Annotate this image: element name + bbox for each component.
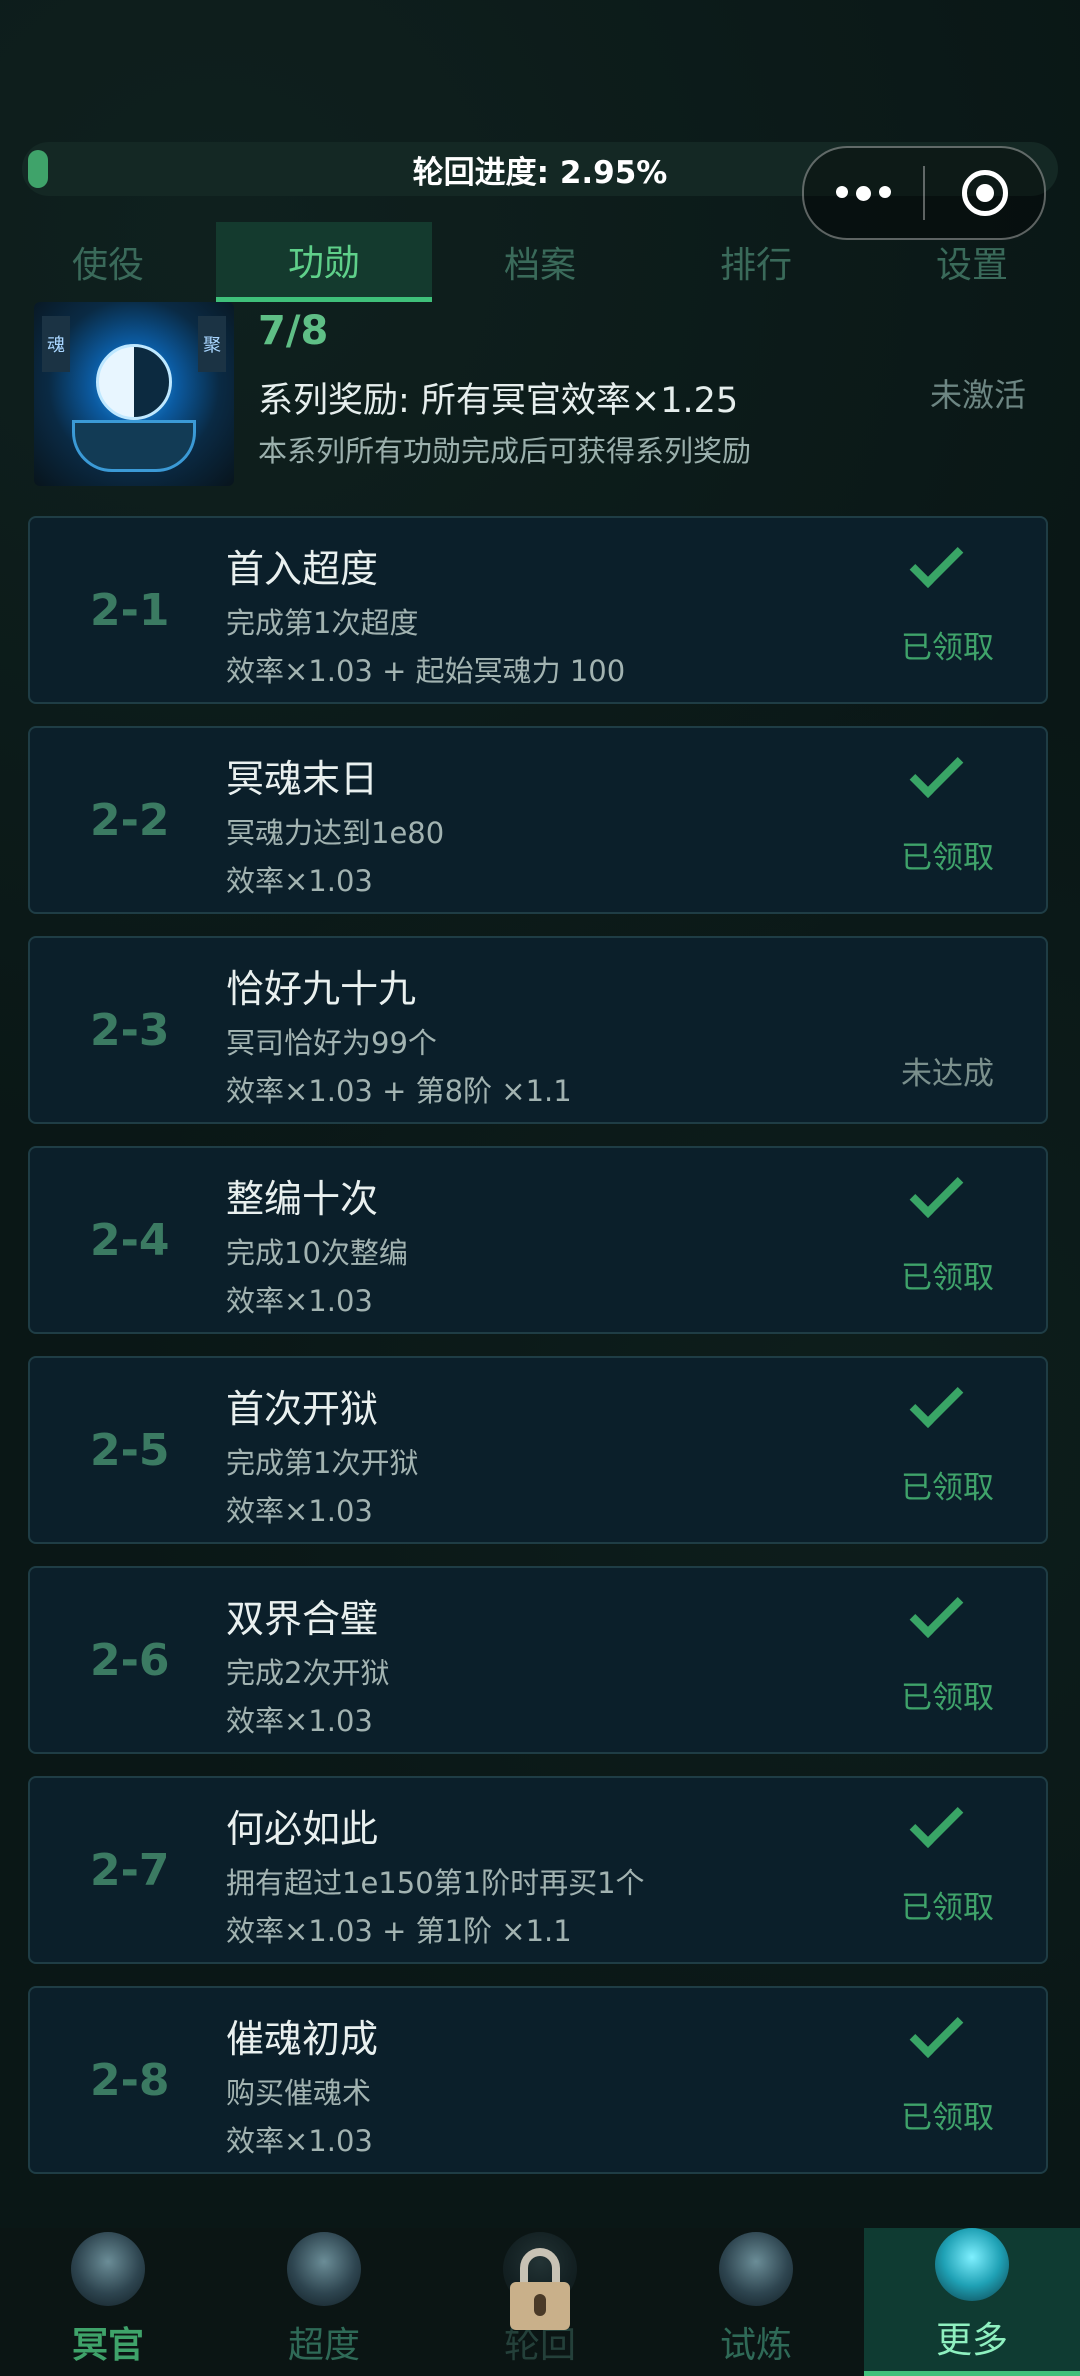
series-emblem-image: 魂 聚 (34, 302, 234, 486)
ghost-officer-icon (71, 2232, 145, 2306)
achievement-name: 催魂初成 (226, 2017, 379, 2061)
achievement-card[interactable]: 2-2 冥魂末日 冥魂力达到1e80 效率×1.03 已领取 (28, 726, 1048, 914)
achievement-status: 已领取 (901, 1890, 994, 1926)
achievement-code: 2-1 (90, 584, 170, 636)
achievement-name: 首入超度 (226, 547, 379, 591)
achievement-reward: 效率×1.03 (226, 1494, 373, 1528)
series-tag-left: 魂 (42, 316, 70, 372)
checkmark-icon (928, 562, 968, 588)
lock-icon (510, 2248, 570, 2330)
achievement-code: 2-5 (90, 1424, 170, 1476)
tab-paihang[interactable]: 排行 (648, 222, 864, 302)
tab-gongxun[interactable]: 功勋 (216, 222, 432, 302)
achievement-code: 2-7 (90, 1844, 170, 1896)
achievement-condition: 冥司恰好为99个 (226, 1026, 437, 1060)
achievement-reward: 效率×1.03 + 第8阶 ×1.1 (226, 1074, 572, 1108)
achievement-code: 2-2 (90, 794, 170, 846)
tab-shezhi[interactable]: 设置 (864, 222, 1080, 302)
series-status: 未激活 (930, 376, 1027, 414)
checkmark-icon (928, 2032, 968, 2058)
checkmark-icon (928, 772, 968, 798)
nav-label: 更多 (935, 2320, 1008, 2361)
achievement-condition: 完成第1次超度 (226, 606, 419, 640)
achievement-condition: 购买催魂术 (226, 2076, 372, 2110)
achievement-name: 首次开狱 (226, 1387, 379, 1431)
tab-shiyi[interactable]: 使役 (0, 222, 216, 302)
achievement-card[interactable]: 2-5 首次开狱 完成第1次开狱 效率×1.03 已领取 (28, 1356, 1048, 1544)
achievement-reward: 效率×1.03 (226, 2124, 373, 2158)
top-tabs: 使役 功勋 档案 排行 设置 (0, 222, 1080, 302)
achievement-status: 已领取 (901, 840, 994, 876)
flame-icon (719, 2232, 793, 2306)
nav-item-chaodu[interactable]: 超度 (216, 2228, 432, 2376)
tab-dangan[interactable]: 档案 (432, 222, 648, 302)
target-icon (961, 170, 1008, 216)
series-description: 本系列所有功勋完成后可获得系列奖励 (258, 434, 752, 468)
checkmark-icon (928, 1402, 968, 1428)
bottom-nav: 冥官 超度 轮回 试炼 更多 (0, 2228, 1080, 2376)
achievement-card[interactable]: 2-7 何必如此 拥有超过1e150第1阶时再买1个 效率×1.03 + 第1阶… (28, 1776, 1048, 1964)
crystal-icon (935, 2228, 1009, 2301)
achievement-code: 2-6 (90, 1634, 170, 1686)
series-tag-right: 聚 (198, 316, 226, 372)
checkmark-icon (928, 1822, 968, 1848)
nav-item-mingguan[interactable]: 冥官 (0, 2228, 216, 2376)
achievement-reward: 效率×1.03 + 第1阶 ×1.1 (226, 1914, 572, 1948)
more-dots-icon (836, 185, 891, 201)
nav-item-lunhui[interactable]: 轮回 (432, 2228, 648, 2376)
achievement-reward: 效率×1.03 (226, 864, 373, 898)
achievement-name: 双界合璧 (226, 1597, 379, 1641)
achievement-condition: 冥魂力达到1e80 (226, 816, 445, 850)
cauldron-icon (72, 420, 196, 472)
achievement-name: 冥魂末日 (226, 757, 379, 801)
achievement-status: 已领取 (901, 630, 994, 666)
achievement-reward: 效率×1.03 (226, 1704, 373, 1738)
achievement-code: 2-8 (90, 2054, 170, 2106)
achievement-card[interactable]: 2-1 首入超度 完成第1次超度 效率×1.03 + 起始冥魂力 100 已领取 (28, 516, 1048, 704)
achievement-name: 恰好九十九 (226, 967, 417, 1011)
achievement-name: 整编十次 (226, 1177, 379, 1221)
achievement-code: 2-4 (90, 1214, 170, 1266)
achievement-condition: 完成第1次开狱 (226, 1446, 419, 1480)
achievement-card[interactable]: 2-8 催魂初成 购买催魂术 效率×1.03 已领取 (28, 1986, 1048, 2174)
nav-item-shilian[interactable]: 试炼 (648, 2228, 864, 2376)
achievement-card[interactable]: 2-6 双界合璧 完成2次开狱 效率×1.03 已领取 (28, 1566, 1048, 1754)
achievement-status: 已领取 (901, 1680, 994, 1716)
achievement-condition: 拥有超过1e150第1阶时再买1个 (226, 1866, 645, 1900)
nav-label: 试炼 (719, 2325, 792, 2366)
checkmark-icon (928, 1612, 968, 1638)
achievement-status: 已领取 (901, 2100, 994, 2136)
yin-yang-icon (96, 344, 172, 420)
achievement-status: 未达成 (901, 1056, 994, 1092)
series-count: 7/8 (258, 308, 329, 354)
achievement-code: 2-3 (90, 1004, 170, 1056)
achievement-card[interactable]: 2-3 恰好九十九 冥司恰好为99个 效率×1.03 + 第8阶 ×1.1 未达… (28, 936, 1048, 1124)
nav-label: 冥官 (71, 2325, 144, 2366)
temple-icon (287, 2232, 361, 2306)
achievement-card[interactable]: 2-4 整编十次 完成10次整编 效率×1.03 已领取 (28, 1146, 1048, 1334)
achievement-name: 何必如此 (226, 1807, 379, 1851)
achievement-reward: 效率×1.03 (226, 1284, 373, 1318)
achievement-status: 已领取 (901, 1260, 994, 1296)
checkmark-icon (928, 1192, 968, 1218)
achievement-reward: 效率×1.03 + 起始冥魂力 100 (226, 654, 626, 688)
achievement-status: 已领取 (901, 1470, 994, 1506)
series-reward: 系列奖励: 所有冥官效率×1.25 (258, 381, 739, 421)
achievement-condition: 完成2次开狱 (226, 1656, 390, 1690)
nav-label: 超度 (287, 2325, 360, 2366)
nav-item-gengduo[interactable]: 更多 (864, 2228, 1080, 2376)
achievement-condition: 完成10次整编 (226, 1236, 408, 1270)
